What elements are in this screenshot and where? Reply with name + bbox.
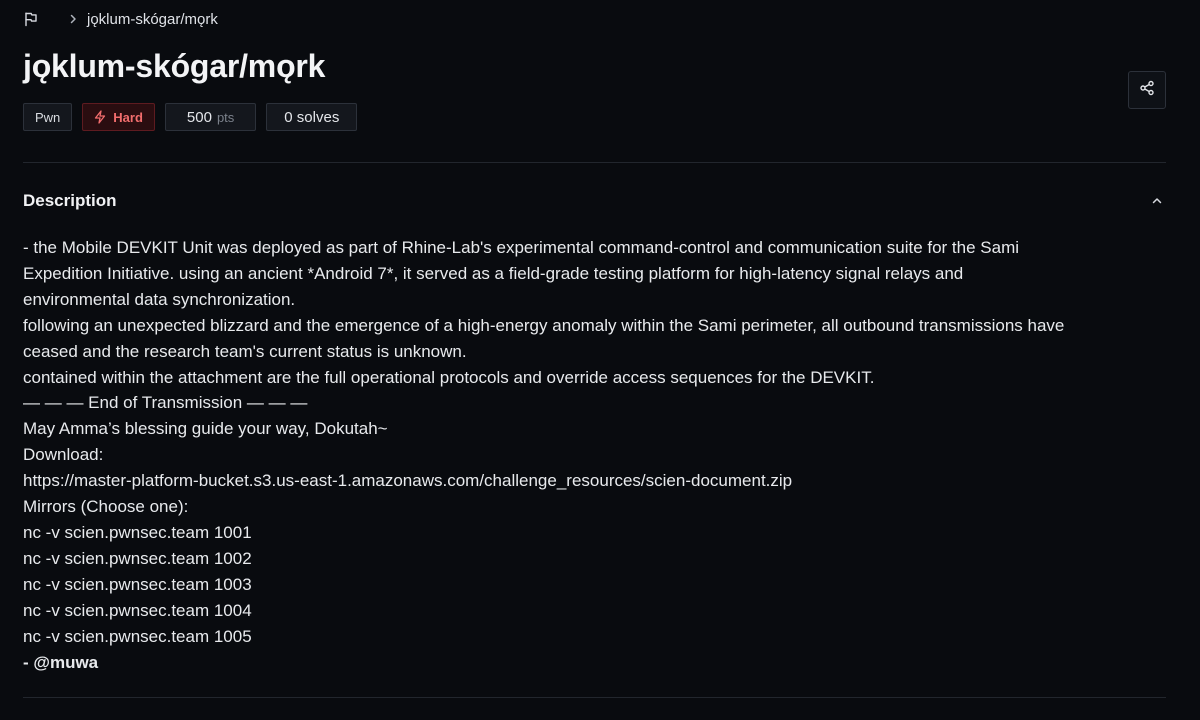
description-line: following an unexpected blizzard and the…	[23, 315, 1065, 335]
description-line: Expedition Initiative. using an ancient …	[23, 263, 964, 283]
category-badge: Pwn	[23, 103, 73, 131]
solves-badge: 0 solves	[266, 103, 358, 131]
points-unit: pts	[216, 109, 235, 125]
divider	[23, 697, 1166, 698]
description-body: - the Mobile DEVKIT Unit was deployed as…	[23, 235, 1166, 675]
description-header[interactable]: Description	[23, 190, 1166, 212]
description-line: environmental data synchronization.	[23, 289, 296, 309]
chevron-right-icon	[67, 13, 79, 25]
category-label: Pwn	[35, 109, 61, 125]
points-badge: 500 pts	[164, 103, 257, 131]
points-value: 500	[186, 108, 212, 126]
download-label: Download:	[23, 445, 104, 465]
mirror-command: nc -v scien.pwnsec.team 1001	[23, 522, 252, 542]
difficulty-badge: Hard	[82, 103, 155, 131]
description-line: May Amma’s blessing guide your way, Doku…	[23, 419, 388, 439]
download-url[interactable]: https://master-platform-bucket.s3.us-eas…	[23, 468, 1166, 494]
share-icon	[1139, 80, 1155, 101]
description-line: - the Mobile DEVKIT Unit was deployed as…	[23, 238, 1020, 257]
author-signature: - @muwa	[23, 652, 99, 672]
share-button[interactable]	[1128, 71, 1166, 109]
flag-icon[interactable]	[23, 11, 39, 27]
page-title: jǫklum-skógar/mǫrk	[23, 48, 326, 84]
description-title: Description	[23, 191, 117, 210]
chevron-up-icon[interactable]	[1148, 192, 1166, 210]
challenge-badges: Pwn Hard 500 pts 0 solves	[23, 103, 358, 131]
mirrors-label: Mirrors (Choose one):	[23, 497, 189, 517]
mirror-command: nc -v scien.pwnsec.team 1003	[23, 574, 252, 594]
mirror-command: nc -v scien.pwnsec.team 1002	[23, 548, 252, 568]
mirror-command: nc -v scien.pwnsec.team 1004	[23, 600, 252, 620]
description-line: contained within the attachment are the …	[23, 367, 875, 387]
challenge-page: jǫklum-skógar/mǫrk jǫklum-skógar/mǫrk Pw…	[0, 0, 1200, 720]
divider	[23, 162, 1166, 163]
difficulty-label: Hard	[113, 109, 143, 125]
solves-count: 0 solves	[284, 108, 340, 126]
breadcrumb-current: jǫklum-skógar/mǫrk	[87, 10, 218, 28]
breadcrumb: jǫklum-skógar/mǫrk	[23, 9, 218, 29]
mirror-command: nc -v scien.pwnsec.team 1005	[23, 626, 252, 646]
lightning-icon	[93, 110, 107, 124]
transmission-end-line: — — — End of Transmission — — —	[23, 393, 308, 413]
description-line: ceased and the research team's current s…	[23, 341, 467, 361]
